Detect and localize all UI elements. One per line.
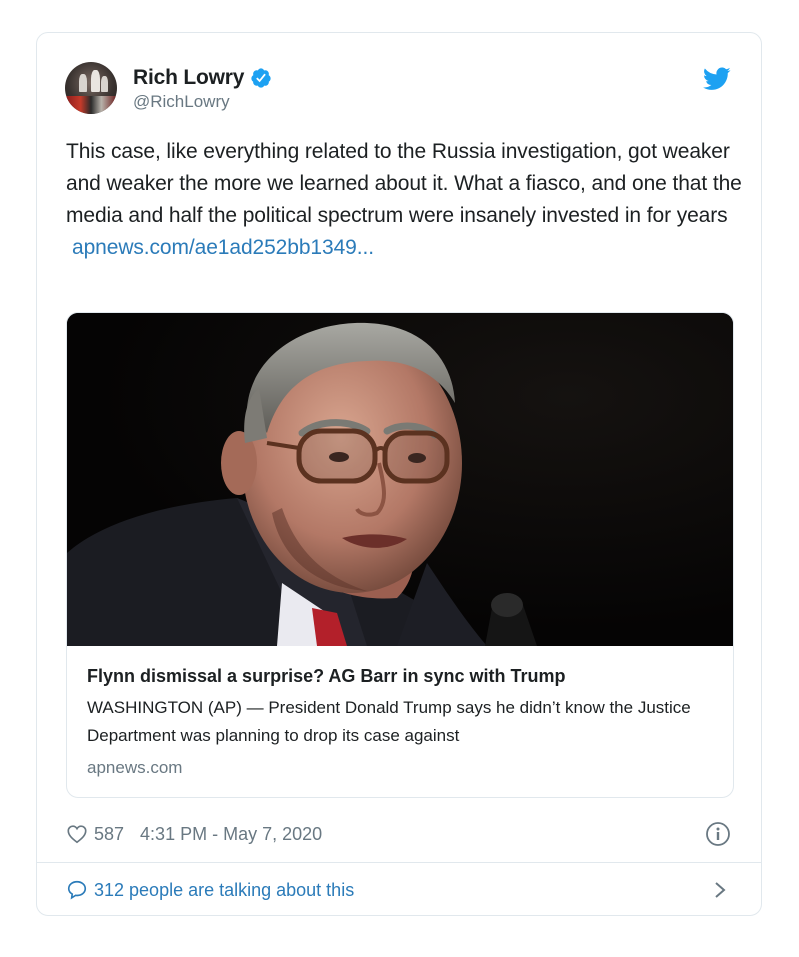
card-title[interactable]: Flynn dismissal a surprise? AG Barr in s… — [87, 664, 713, 688]
card-body: Flynn dismissal a surprise? AG Barr in s… — [67, 646, 733, 778]
conversation-link[interactable]: 312 people are talking about this — [66, 873, 731, 907]
timestamp[interactable]: 4:31 PM - May 7, 2020 — [140, 824, 322, 845]
card-domain: apnews.com — [87, 758, 183, 777]
reply-bubble-icon — [67, 880, 87, 900]
card-description: WASHINGTON (AP) — President Donald Trump… — [87, 698, 691, 745]
author-block: Rich Lowry @RichLowry — [133, 66, 272, 112]
talking-label[interactable]: 312 people are talking about this — [94, 880, 354, 901]
card-image[interactable] — [67, 313, 733, 646]
embedded-tweet: Rich Lowry @RichLowry This case, like ev… — [36, 32, 762, 916]
divider — [37, 862, 761, 863]
chevron-right-icon[interactable] — [713, 881, 727, 899]
tweet-text-block: This case, like everything related to th… — [66, 136, 746, 264]
heart-icon[interactable] — [66, 823, 88, 845]
tweet-text: This case, like everything related to th… — [66, 140, 742, 227]
avatar[interactable] — [65, 62, 117, 114]
twitter-bird-icon[interactable] — [703, 67, 731, 91]
display-name[interactable]: Rich Lowry — [133, 66, 244, 90]
portrait-photo — [67, 313, 733, 646]
verified-badge-icon — [251, 68, 271, 88]
tweet-link[interactable]: apnews.com/ae1ad252bb1349... — [72, 232, 746, 264]
like-count[interactable]: 587 — [94, 824, 124, 845]
link-card[interactable]: Flynn dismissal a surprise? AG Barr in s… — [66, 312, 734, 798]
tweet-meta: 587 4:31 PM - May 7, 2020 — [66, 819, 731, 849]
info-icon[interactable] — [705, 821, 731, 847]
handle[interactable]: @RichLowry — [133, 92, 272, 112]
